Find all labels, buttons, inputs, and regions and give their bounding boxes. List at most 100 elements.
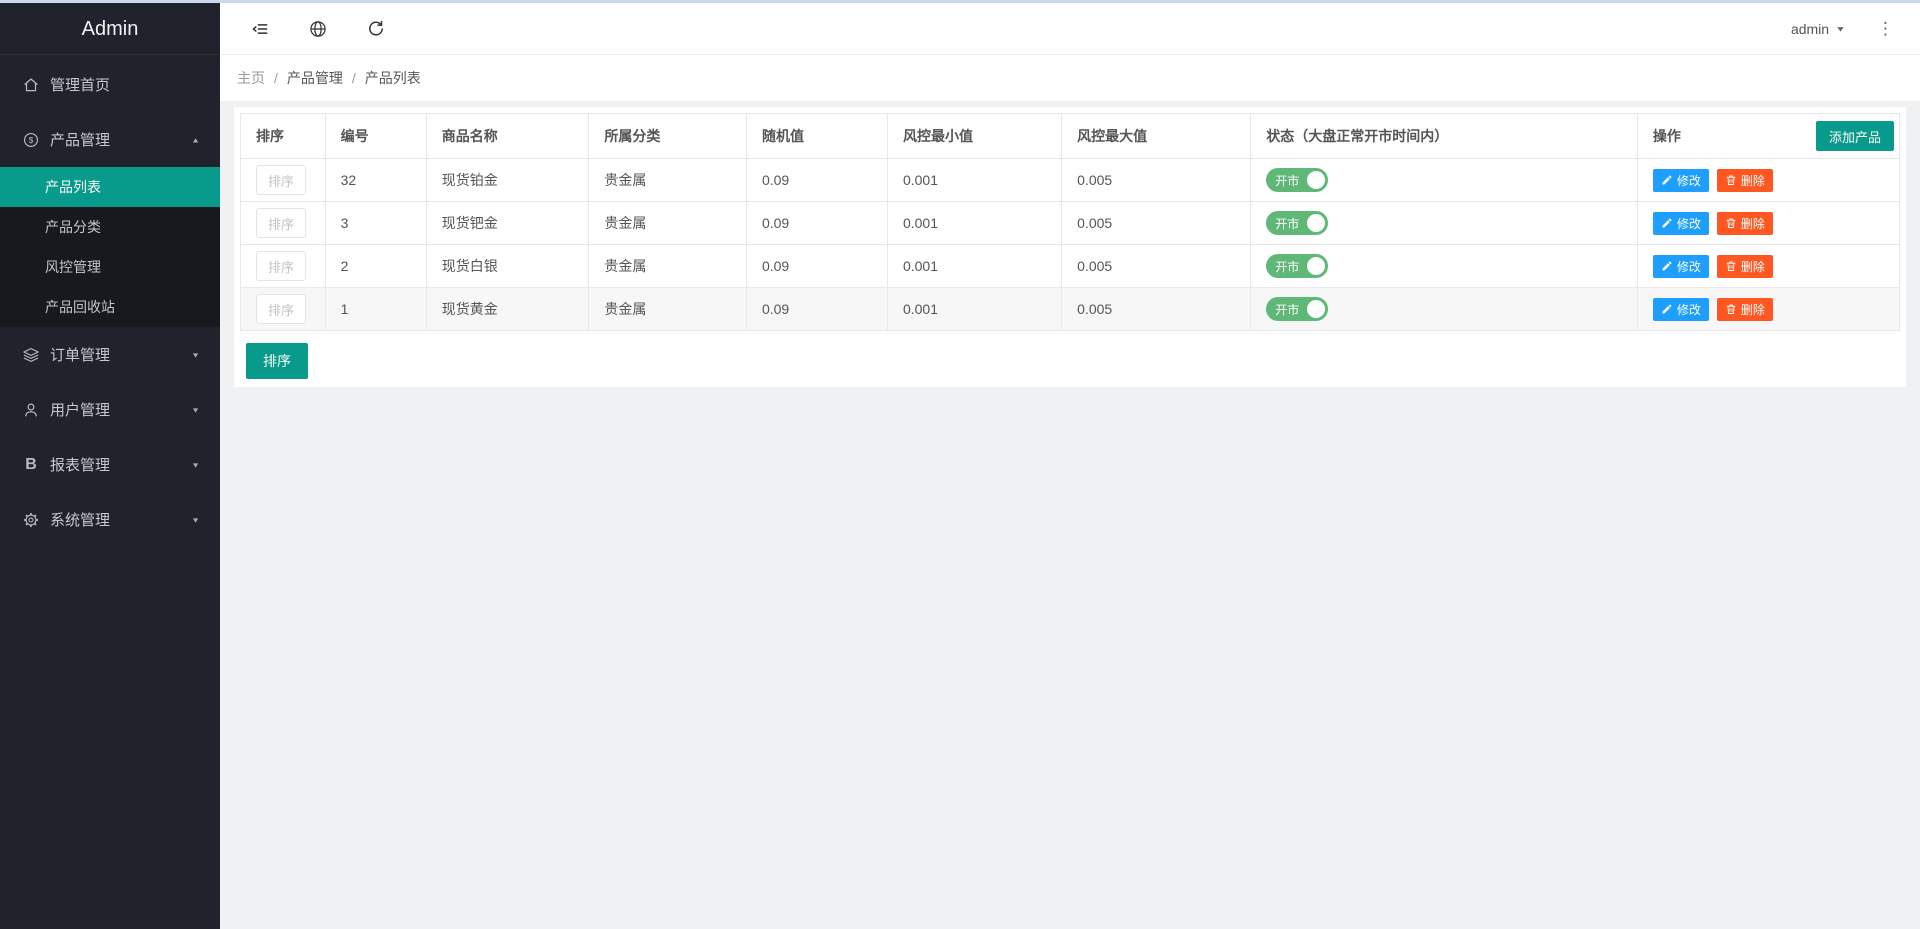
sidebar-item[interactable]: B报表管理▼	[0, 437, 220, 492]
row-category: 贵金属	[589, 202, 747, 245]
delete-button[interactable]: 删除	[1717, 298, 1773, 321]
user-menu[interactable]: admin ▼	[1791, 21, 1845, 37]
status-label: 开市	[1275, 215, 1299, 232]
refresh-icon[interactable]	[366, 19, 386, 39]
app-title: Admin	[0, 3, 220, 55]
chevron-down-icon: ▼	[1835, 24, 1846, 33]
status-toggle[interactable]: 开市	[1266, 168, 1328, 192]
pencil-icon	[1661, 260, 1673, 272]
status-toggle[interactable]: 开市	[1266, 254, 1328, 278]
chevron-up-icon: ▲	[191, 136, 200, 144]
letter-b-icon: B	[22, 456, 40, 474]
breadcrumb-separator: /	[274, 70, 278, 86]
layers-icon	[22, 346, 40, 364]
edit-button[interactable]: 修改	[1653, 255, 1709, 278]
status-label: 开市	[1275, 172, 1299, 189]
column-header: 商品名称	[426, 114, 589, 159]
row-risk-min: 0.001	[887, 159, 1061, 202]
sidebar-item[interactable]: $ 产品管理▲	[0, 112, 220, 167]
sidebar-item[interactable]: 订单管理▼	[0, 327, 220, 382]
status-toggle[interactable]: 开市	[1266, 211, 1328, 235]
row-product-name: 现货白银	[426, 245, 589, 288]
chevron-down-icon: ▼	[191, 516, 200, 524]
row-category: 贵金属	[589, 159, 747, 202]
sidebar-item-label: 报表管理	[50, 454, 191, 475]
row-product-name: 现货黄金	[426, 288, 589, 331]
menu-fold-icon[interactable]	[250, 19, 270, 39]
trash-icon	[1725, 174, 1737, 186]
pencil-icon	[1661, 174, 1673, 186]
sidebar-item-label: 用户管理	[50, 399, 191, 420]
status-label: 开市	[1275, 301, 1299, 318]
sidebar-subitem[interactable]: 产品分类	[0, 207, 220, 247]
table-row: 排序2现货白银贵金属0.090.0010.005开市修改删除	[241, 245, 1900, 288]
breadcrumb-item[interactable]: 产品列表	[365, 68, 421, 88]
table-row: 排序3现货钯金贵金属0.090.0010.005开市修改删除	[241, 202, 1900, 245]
sidebar: Admin 管理首页$产品管理▲产品列表产品分类风控管理产品回收站订单管理▼用户…	[0, 0, 220, 929]
row-random-value: 0.09	[746, 288, 887, 331]
topbar-left	[250, 19, 386, 39]
column-header: 随机值	[746, 114, 887, 159]
gear-icon	[22, 511, 40, 529]
delete-button[interactable]: 删除	[1717, 212, 1773, 235]
dollar-circle-icon: $	[22, 131, 40, 149]
delete-button[interactable]: 删除	[1717, 169, 1773, 192]
delete-button[interactable]: 删除	[1717, 255, 1773, 278]
globe-icon[interactable]	[308, 19, 328, 39]
window-top-edge	[0, 0, 1920, 3]
content: 排序编号商品名称所属分类随机值风控最小值风控最大值状态（大盘正常开市时间内）操作…	[220, 101, 1920, 393]
sidebar-nav: 管理首页$产品管理▲产品列表产品分类风控管理产品回收站订单管理▼用户管理▼B报表…	[0, 55, 220, 547]
sidebar-item-label: 系统管理	[50, 509, 191, 530]
home-icon	[22, 76, 40, 94]
edit-button[interactable]: 修改	[1653, 298, 1709, 321]
row-risk-max: 0.005	[1062, 245, 1251, 288]
row-sort-button[interactable]: 排序	[256, 294, 306, 324]
trash-icon	[1725, 217, 1737, 229]
row-random-value: 0.09	[746, 245, 887, 288]
sidebar-item-label: 管理首页	[50, 74, 200, 95]
breadcrumb-item[interactable]: 主页	[237, 68, 265, 88]
status-toggle[interactable]: 开市	[1266, 297, 1328, 321]
toggle-knob	[1307, 300, 1325, 318]
table-body: 排序32现货铂金贵金属0.090.0010.005开市修改删除排序3现货钯金贵金…	[241, 159, 1900, 331]
sidebar-item[interactable]: 管理首页	[0, 57, 220, 112]
row-risk-min: 0.001	[887, 245, 1061, 288]
sort-button[interactable]: 排序	[246, 343, 308, 379]
main-area: admin ▼ ⋮ 主页/产品管理/产品列表 排序编号商品名称所属分类随机值风控…	[220, 3, 1920, 929]
topbar: admin ▼ ⋮	[220, 3, 1920, 55]
sidebar-item[interactable]: 系统管理▼	[0, 492, 220, 547]
table-row: 排序1现货黄金贵金属0.090.0010.005开市修改删除	[241, 288, 1900, 331]
toggle-knob	[1307, 171, 1325, 189]
sidebar-subitem[interactable]: 产品列表	[0, 167, 220, 207]
username: admin	[1791, 21, 1829, 37]
row-product-name: 现货铂金	[426, 159, 589, 202]
sidebar-subitem[interactable]: 风控管理	[0, 247, 220, 287]
toggle-knob	[1307, 214, 1325, 232]
sidebar-subitem[interactable]: 产品回收站	[0, 287, 220, 327]
table-header-row: 排序编号商品名称所属分类随机值风控最小值风控最大值状态（大盘正常开市时间内）操作…	[241, 114, 1900, 159]
add-product-button[interactable]: 添加产品	[1816, 121, 1894, 151]
chevron-down-icon: ▼	[191, 406, 200, 414]
trash-icon	[1725, 260, 1737, 272]
sidebar-item[interactable]: 用户管理▼	[0, 382, 220, 437]
column-header: 风控最小值	[887, 114, 1061, 159]
row-risk-max: 0.005	[1062, 288, 1251, 331]
row-sort-button[interactable]: 排序	[256, 165, 306, 195]
edit-button[interactable]: 修改	[1653, 212, 1709, 235]
row-id: 1	[325, 288, 426, 331]
topbar-right: admin ▼ ⋮	[1791, 18, 1898, 39]
edit-button[interactable]: 修改	[1653, 169, 1709, 192]
user-icon	[22, 401, 40, 419]
row-risk-min: 0.001	[887, 288, 1061, 331]
row-sort-button[interactable]: 排序	[256, 208, 306, 238]
sidebar-item-label: 产品管理	[50, 129, 191, 150]
column-header: 风控最大值	[1062, 114, 1251, 159]
breadcrumb-item[interactable]: 产品管理	[287, 68, 343, 88]
sidebar-item-label: 订单管理	[50, 344, 191, 365]
kebab-menu-icon[interactable]: ⋮	[1873, 18, 1898, 39]
svg-text:$: $	[29, 136, 34, 145]
row-sort-button[interactable]: 排序	[256, 251, 306, 281]
column-header: 排序	[241, 114, 326, 159]
row-random-value: 0.09	[746, 159, 887, 202]
table-card: 排序编号商品名称所属分类随机值风控最小值风控最大值状态（大盘正常开市时间内）操作…	[234, 107, 1906, 387]
